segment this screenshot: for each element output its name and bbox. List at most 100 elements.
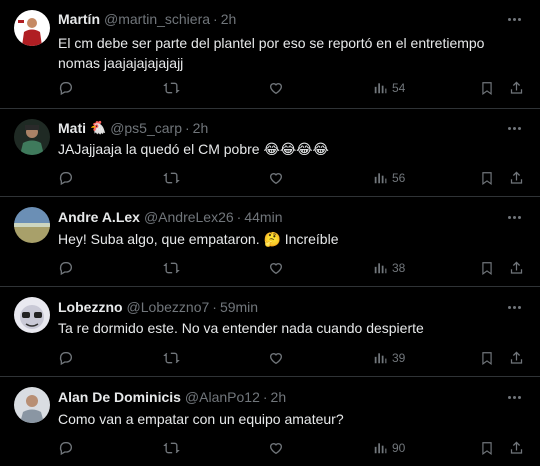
reply-button[interactable] <box>58 349 74 367</box>
avatar[interactable] <box>14 387 50 423</box>
retweet-button[interactable] <box>163 349 180 367</box>
user-handle[interactable]: @ps5_carp <box>110 120 182 136</box>
timestamp[interactable]: 2h <box>221 11 237 27</box>
display-name[interactable]: Andre A.Lex <box>58 209 140 225</box>
more-icon[interactable] <box>504 389 524 405</box>
reply-feed: Martín @martin_schiera · 2h El cm debe s… <box>0 0 540 466</box>
tweet-header: Mati 🐔 @ps5_carp · 2h <box>58 118 208 138</box>
display-name[interactable]: Lobezzno <box>58 299 123 315</box>
user-handle[interactable]: @AlanPo12 <box>185 389 260 405</box>
views-count: 90 <box>392 441 406 455</box>
tweet-header: Lobezzno @Lobezzno7 · 59min <box>58 297 258 317</box>
share-icon <box>510 261 523 274</box>
bookmark-icon <box>482 442 492 455</box>
share-button[interactable] <box>509 349 524 367</box>
separator: · <box>213 11 218 27</box>
share-icon <box>510 441 523 454</box>
more-icon[interactable] <box>504 209 524 225</box>
display-name[interactable]: Alan De Dominicis <box>58 389 181 405</box>
views-button[interactable]: 38 <box>373 259 405 277</box>
bookmark-icon <box>482 172 492 185</box>
separator: · <box>185 120 190 136</box>
retweet-icon <box>163 172 180 184</box>
tweet-actions: 54 <box>58 79 523 97</box>
avatar[interactable] <box>14 207 50 243</box>
reply-icon <box>59 262 72 276</box>
reply-button[interactable] <box>58 259 74 277</box>
name-emoji: 🐔 <box>90 120 107 135</box>
views-icon <box>374 443 387 454</box>
tweet-text: El cm debe ser parte del plantel por eso… <box>58 35 485 71</box>
timestamp[interactable]: 59min <box>220 299 258 315</box>
tweet[interactable]: Martín @martin_schiera · 2h El cm debe s… <box>0 0 540 109</box>
bookmark-icon <box>482 82 492 95</box>
retweet-button[interactable] <box>163 79 180 97</box>
share-button[interactable] <box>509 79 524 97</box>
views-icon <box>374 353 387 364</box>
separator: · <box>212 299 217 315</box>
user-handle[interactable]: @Lobezzno7 <box>127 299 210 315</box>
bookmark-button[interactable] <box>480 259 494 277</box>
more-icon[interactable] <box>504 120 524 136</box>
share-button[interactable] <box>509 439 524 457</box>
tweet-text: JAJajjaaja la quedó el CM pobre 😂😂😂😂 <box>58 141 329 157</box>
display-name[interactable]: Mati <box>58 120 86 136</box>
tweet[interactable]: Alan De Dominicis @AlanPo12 · 2h Como va… <box>0 377 540 466</box>
reply-button[interactable] <box>58 79 74 97</box>
user-handle[interactable]: @martin_schiera <box>104 11 210 27</box>
tweet-header: Martín @martin_schiera · 2h <box>58 9 236 29</box>
tweet-header: Andre A.Lex @AndreLex26 · 44min <box>58 207 282 227</box>
user-handle[interactable]: @AndreLex26 <box>144 209 234 225</box>
tweet-actions: 90 <box>58 439 523 457</box>
views-button[interactable]: 56 <box>373 169 405 187</box>
timestamp[interactable]: 2h <box>271 389 287 405</box>
retweet-icon <box>163 352 180 364</box>
display-name[interactable]: Martín <box>58 11 100 27</box>
tweet[interactable]: Andre A.Lex @AndreLex26 · 44min Hey! Sub… <box>0 197 540 287</box>
retweet-button[interactable] <box>163 439 180 457</box>
share-icon <box>510 351 523 364</box>
views-count: 56 <box>392 171 406 185</box>
bookmark-button[interactable] <box>480 349 494 367</box>
views-button[interactable]: 54 <box>373 79 405 97</box>
views-count: 39 <box>392 351 406 365</box>
share-icon <box>510 171 523 184</box>
like-icon <box>269 443 283 455</box>
retweet-button[interactable] <box>163 169 180 187</box>
bookmark-button[interactable] <box>480 79 494 97</box>
bookmark-button[interactable] <box>480 439 494 457</box>
retweet-icon <box>163 82 180 94</box>
avatar[interactable] <box>14 10 50 46</box>
reply-button[interactable] <box>58 169 74 187</box>
avatar[interactable] <box>14 119 50 155</box>
share-button[interactable] <box>509 259 524 277</box>
tweet[interactable]: Mati 🐔 @ps5_carp · 2h JAJajjaaja la qued… <box>0 109 540 197</box>
bookmark-button[interactable] <box>480 169 494 187</box>
retweet-button[interactable] <box>163 259 180 277</box>
tweet-header: Alan De Dominicis @AlanPo12 · 2h <box>58 387 286 407</box>
reply-button[interactable] <box>58 439 74 457</box>
more-icon[interactable] <box>504 11 524 27</box>
like-icon <box>269 353 283 365</box>
views-button[interactable]: 90 <box>373 439 405 457</box>
like-button[interactable] <box>268 439 284 457</box>
share-button[interactable] <box>509 169 524 187</box>
like-button[interactable] <box>268 169 284 187</box>
retweet-icon <box>163 262 180 274</box>
timestamp[interactable]: 44min <box>244 209 282 225</box>
separator: · <box>262 389 268 405</box>
like-button[interactable] <box>268 349 284 367</box>
share-icon <box>510 81 523 94</box>
views-count: 38 <box>392 261 406 275</box>
tweet[interactable]: Lobezzno @Lobezzno7 · 59min Ta re dormid… <box>0 287 540 377</box>
reply-icon <box>59 82 72 96</box>
reply-icon <box>59 442 72 456</box>
tweet-actions: 39 <box>58 349 523 367</box>
views-button[interactable]: 39 <box>373 349 405 367</box>
timestamp[interactable]: 2h <box>193 120 209 136</box>
like-button[interactable] <box>268 79 284 97</box>
avatar[interactable] <box>14 297 50 333</box>
more-icon[interactable] <box>504 299 524 315</box>
like-button[interactable] <box>268 259 284 277</box>
tweet-actions: 56 <box>58 169 523 187</box>
